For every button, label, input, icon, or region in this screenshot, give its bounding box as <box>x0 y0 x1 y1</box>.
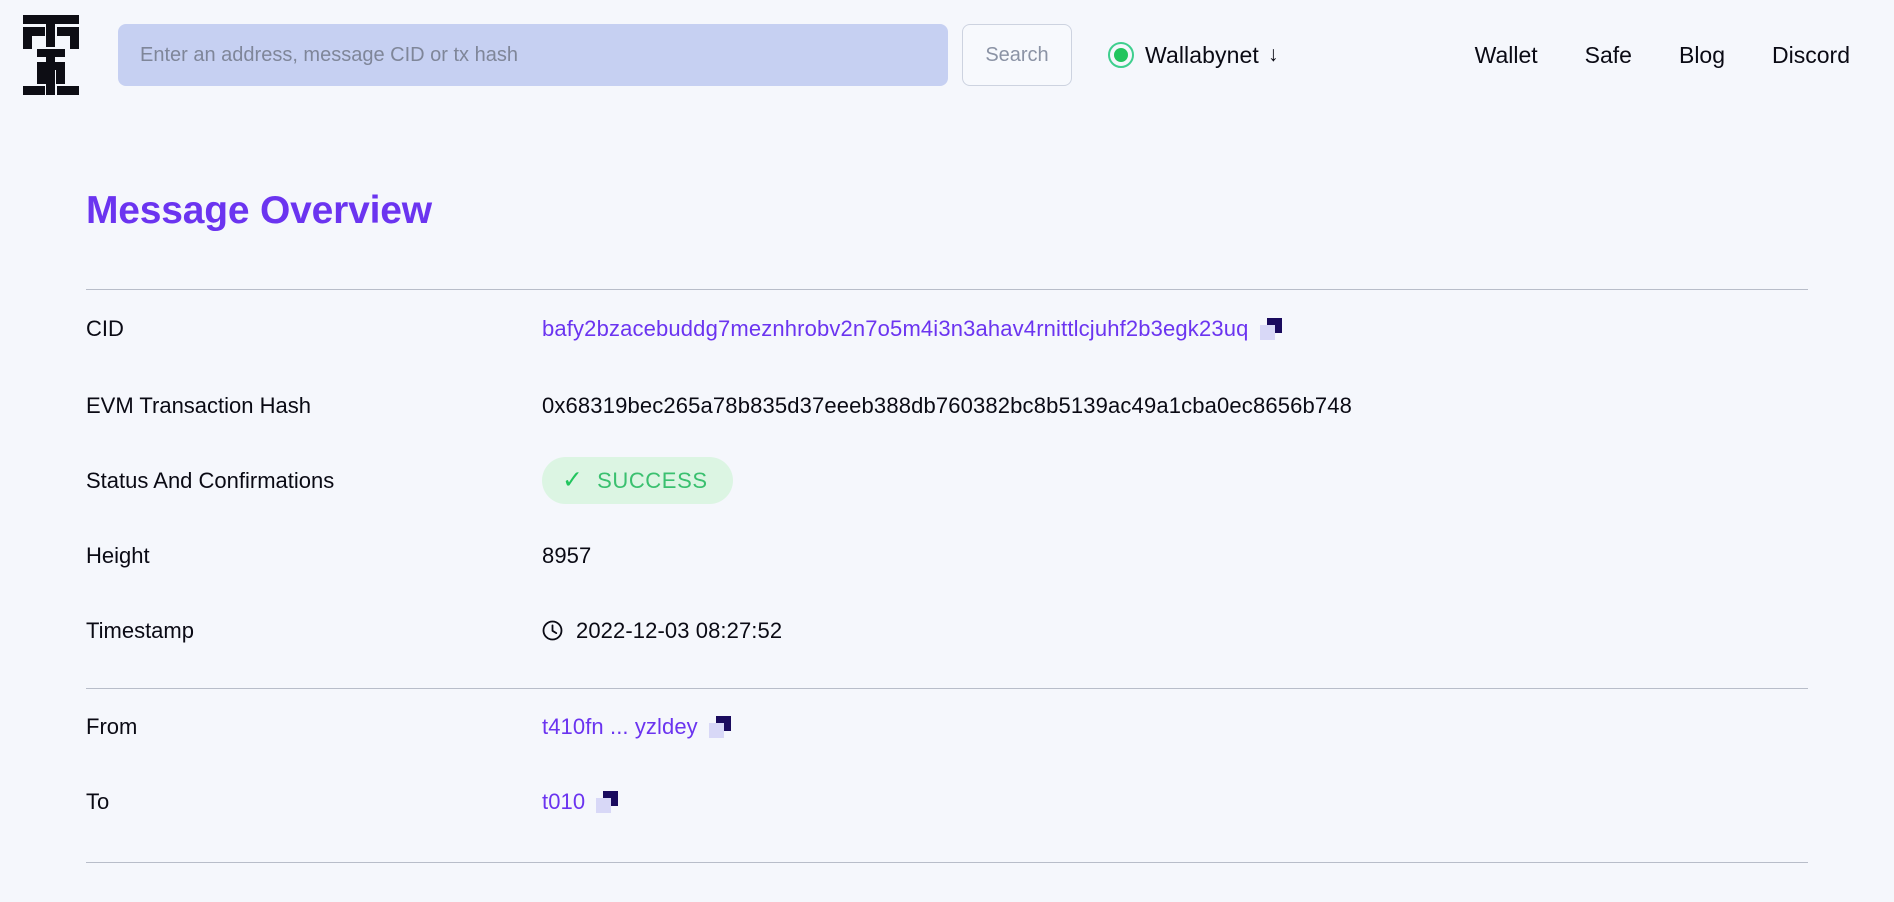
copy-icon[interactable] <box>1259 318 1282 340</box>
main-content: Message Overview CID bafy2bzacebuddg7mez… <box>0 189 1894 863</box>
to-address-value[interactable]: t010 <box>542 788 619 815</box>
to-address-text: t010 <box>542 788 586 814</box>
table-row-from: From t410fn ... yzldey <box>86 689 1808 764</box>
status-value: ✓ SUCCESS <box>542 457 733 504</box>
table-row-status: Status And Confirmations ✓ SUCCESS <box>86 443 1808 518</box>
search-button[interactable]: Search <box>962 24 1072 86</box>
status-badge: ✓ SUCCESS <box>542 457 733 504</box>
copy-icon[interactable] <box>708 715 731 738</box>
copy-icon[interactable] <box>596 790 619 813</box>
nav-link-wallet[interactable]: Wallet <box>1475 42 1538 69</box>
timestamp-value: 2022-12-03 08:27:52 <box>542 618 782 644</box>
section-divider-bottom <box>86 862 1808 863</box>
timestamp-text: 2022-12-03 08:27:52 <box>576 617 783 643</box>
copy-icon-front <box>596 797 612 813</box>
search-input[interactable] <box>118 24 948 86</box>
from-address-value[interactable]: t410fn ... yzldey <box>542 714 731 740</box>
copy-icon-front <box>1259 325 1275 340</box>
table-row-height: Height 8957 <box>86 518 1808 593</box>
row-label: CID <box>86 316 124 341</box>
status-badge-label: SUCCESS <box>597 467 708 493</box>
nav-link-discord[interactable]: Discord <box>1772 42 1850 69</box>
site-logo[interactable] <box>18 13 84 97</box>
height-value: 8957 <box>542 542 592 568</box>
evm-hash-value: 0x68319bec265a78b835d37eeeb388db760382bc… <box>542 392 1353 418</box>
row-label: To <box>86 788 110 814</box>
table-row-to: To t010 <box>86 764 1808 839</box>
filecoin-fvm-logo-icon <box>20 15 82 95</box>
check-icon: ✓ <box>562 466 584 494</box>
row-label: Timestamp <box>86 617 194 643</box>
main-nav: Wallet Safe Blog Discord <box>1475 42 1850 69</box>
nav-link-blog[interactable]: Blog <box>1679 42 1725 69</box>
clock-icon <box>542 620 563 641</box>
from-address-text: t410fn ... yzldey <box>542 713 698 739</box>
row-label: From <box>86 713 138 739</box>
copy-icon-front <box>708 722 724 738</box>
network-selector[interactable]: Wallabynet ↓ <box>1108 42 1278 69</box>
chevron-down-icon: ↓ <box>1267 43 1279 66</box>
row-label: Status And Confirmations <box>86 467 335 493</box>
network-label: Wallabynet <box>1145 41 1259 68</box>
table-row-cid: CID bafy2bzacebuddg7meznhrobv2n7o5m4i3n3… <box>86 290 1808 368</box>
cid-text: bafy2bzacebuddg7meznhrobv2n7o5m4i3n3ahav… <box>542 316 1249 341</box>
parties-table: From t410fn ... yzldey To t010 <box>86 689 1808 839</box>
cid-value[interactable]: bafy2bzacebuddg7meznhrobv2n7o5m4i3n3ahav… <box>542 316 1282 342</box>
network-status-dot-icon <box>1108 42 1134 68</box>
overview-table: CID bafy2bzacebuddg7meznhrobv2n7o5m4i3n3… <box>86 290 1808 668</box>
site-header: Search Wallabynet ↓ Wallet Safe Blog Dis… <box>0 0 1894 110</box>
table-row-evm-hash: EVM Transaction Hash 0x68319bec265a78b83… <box>86 368 1808 443</box>
row-label: EVM Transaction Hash <box>86 392 311 418</box>
nav-link-safe[interactable]: Safe <box>1585 42 1632 69</box>
row-label: Height <box>86 542 150 568</box>
page-title: Message Overview <box>86 189 432 232</box>
table-row-timestamp: Timestamp 2022-12-03 08:27:52 <box>86 593 1808 668</box>
